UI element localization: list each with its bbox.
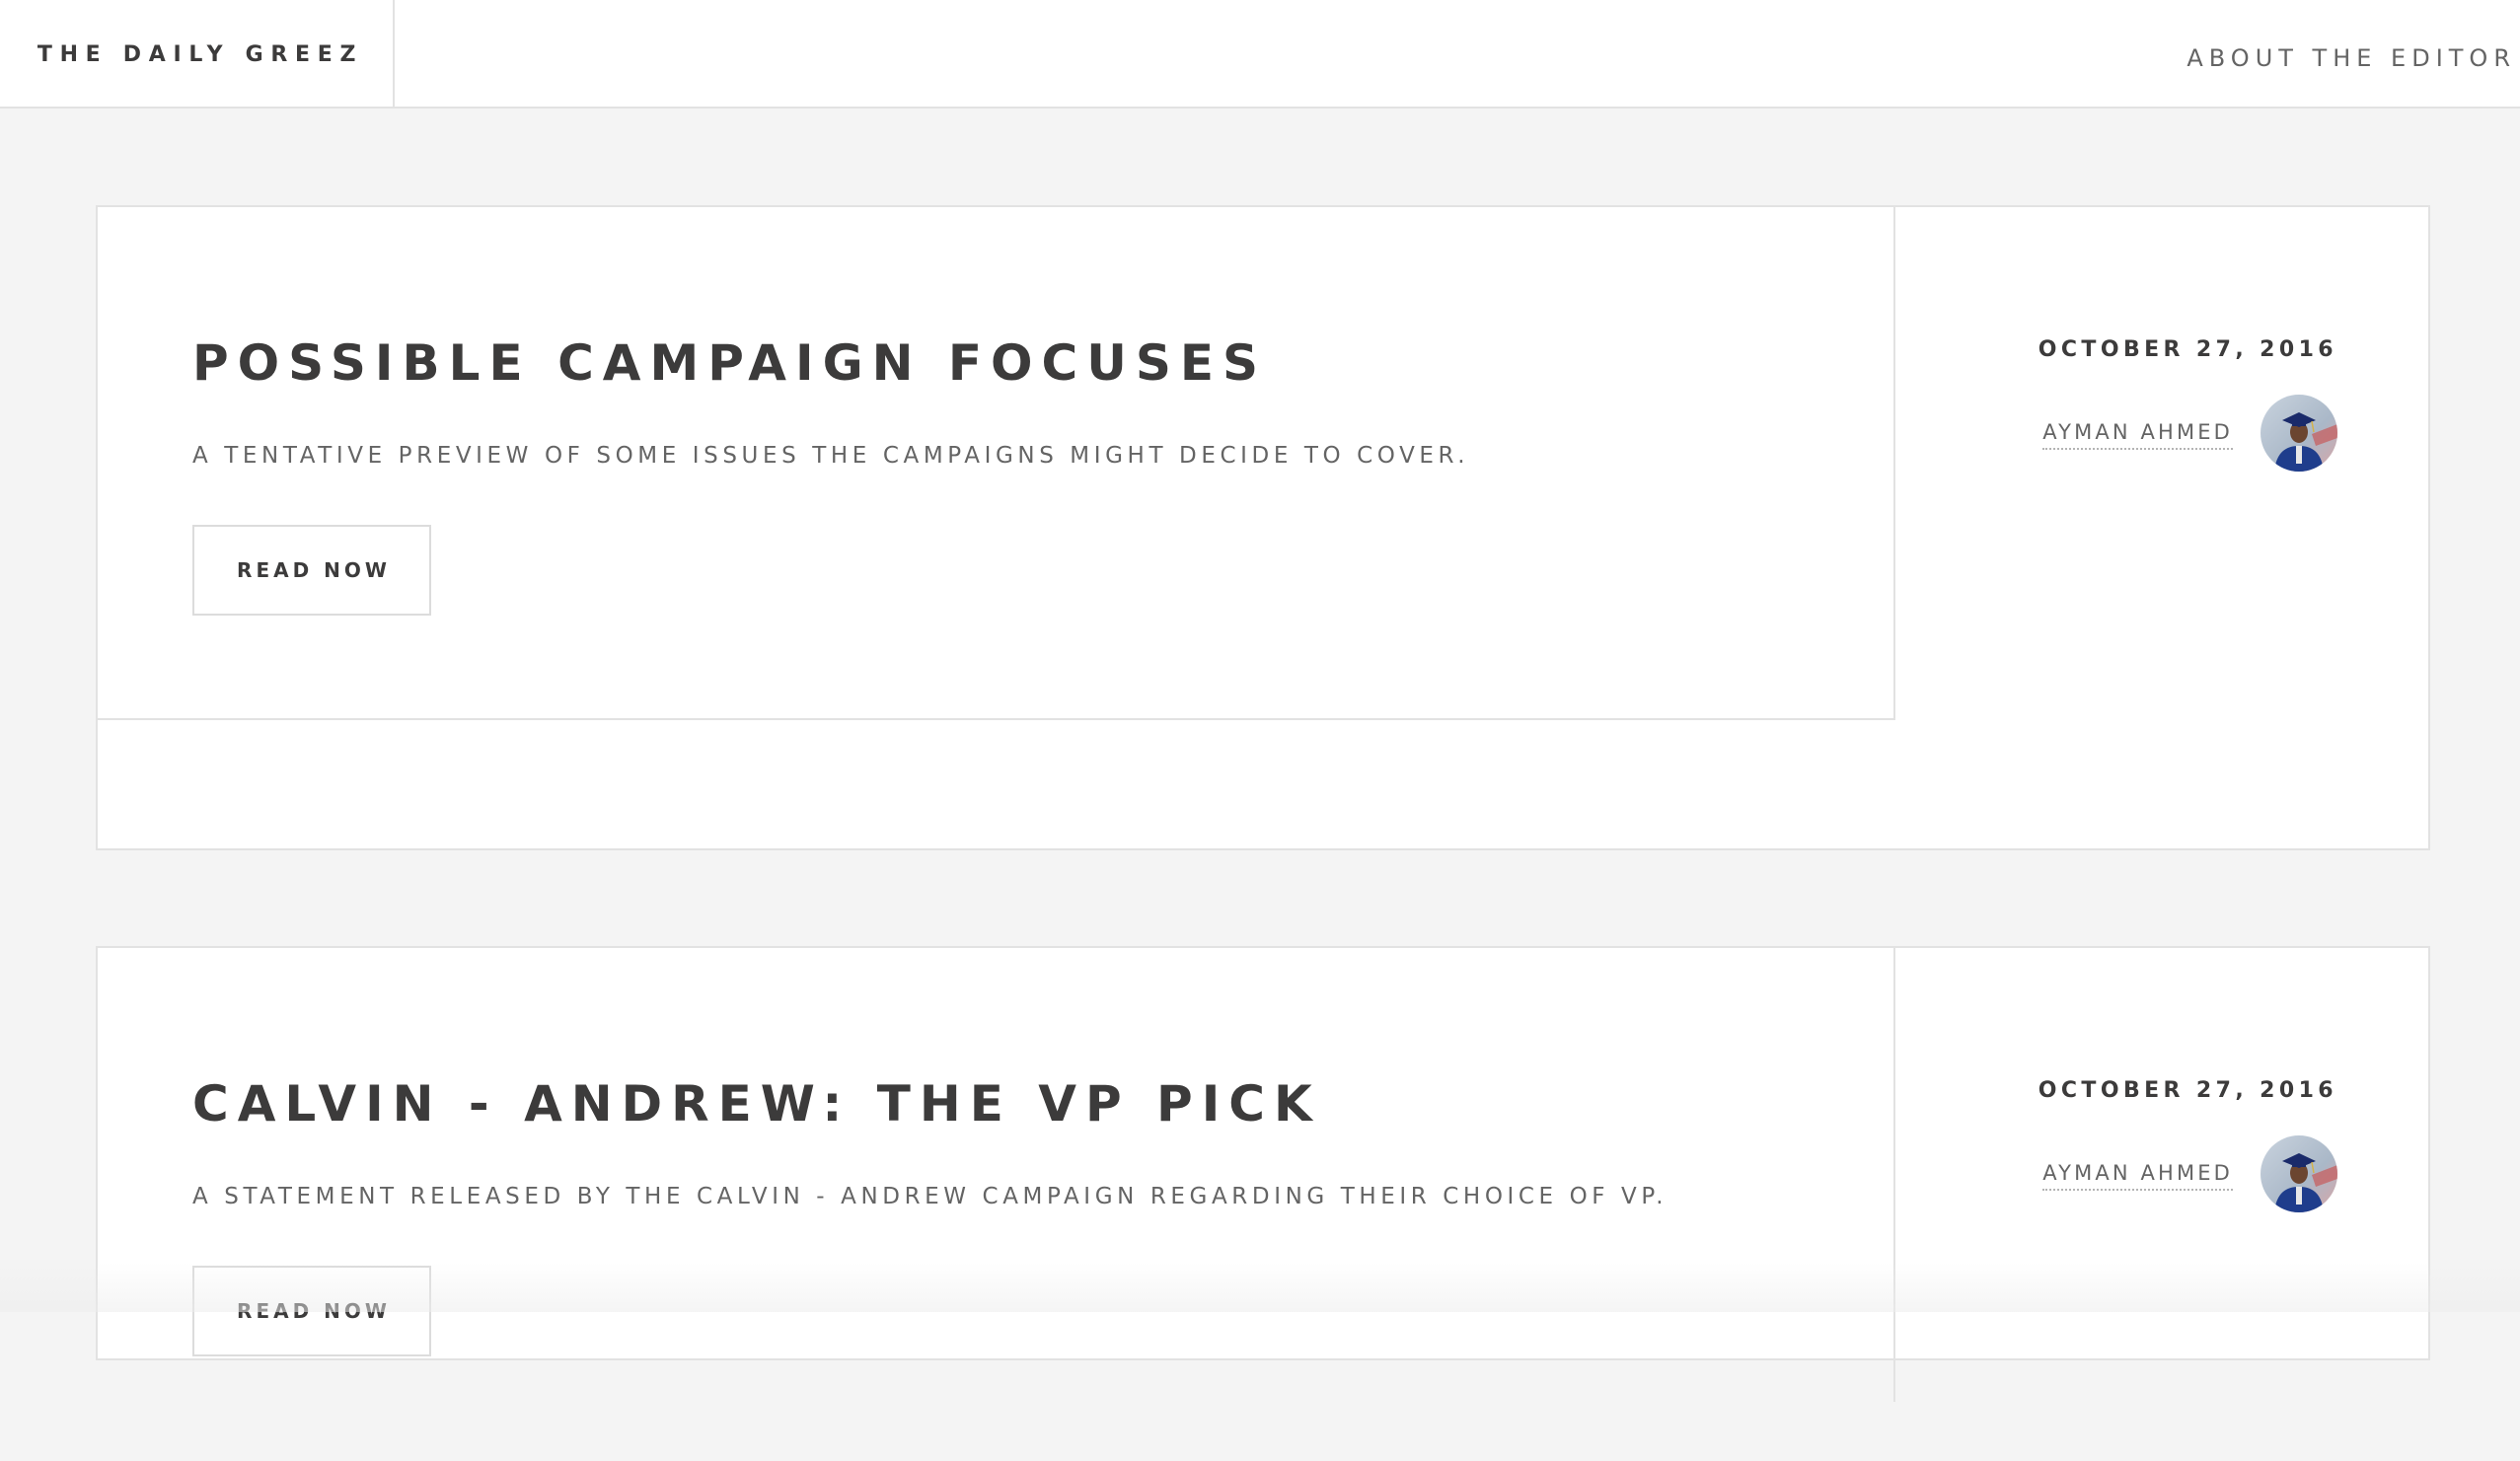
- post-card: POSSIBLE CAMPAIGN FOCUSES A TENTATIVE PR…: [96, 205, 2430, 850]
- author-avatar-icon[interactable]: [2261, 395, 2337, 472]
- post-date: OCTOBER 27, 2016: [2038, 337, 2337, 362]
- about-editor-link[interactable]: ABOUT THE EDITOR: [2186, 0, 2520, 116]
- post-footer: [98, 720, 2428, 848]
- site-header: THE DAILY GREEZ ABOUT THE EDITOR: [0, 0, 2520, 109]
- author-name-link[interactable]: AYMAN AHMED: [2042, 420, 2233, 450]
- post-subtitle: A TENTATIVE PREVIEW OF SOME ISSUES THE C…: [192, 443, 1470, 469]
- post-date: OCTOBER 27, 2016: [2038, 1078, 2337, 1103]
- site-brand-link[interactable]: THE DAILY GREEZ: [0, 0, 395, 109]
- read-now-button[interactable]: READ NOW: [192, 1266, 431, 1356]
- post-title[interactable]: POSSIBLE CAMPAIGN FOCUSES: [192, 333, 1267, 393]
- post-subtitle: A STATEMENT RELEASED BY THE CALVIN - AND…: [192, 1184, 1668, 1209]
- post-main-panel: POSSIBLE CAMPAIGN FOCUSES A TENTATIVE PR…: [98, 207, 1895, 720]
- read-now-button[interactable]: READ NOW: [192, 525, 431, 616]
- post-title[interactable]: CALVIN - ANDREW: THE VP PICK: [192, 1074, 1321, 1133]
- post-meta-panel: OCTOBER 27, 2016 AYMAN AHMED: [1895, 207, 2430, 720]
- post-meta-panel: OCTOBER 27, 2016 AYMAN AHMED: [1895, 948, 2430, 1461]
- post-main-panel: CALVIN - ANDREW: THE VP PICK A STATEMENT…: [98, 948, 1895, 1402]
- author-avatar-icon[interactable]: [2261, 1135, 2337, 1212]
- post-card: CALVIN - ANDREW: THE VP PICK A STATEMENT…: [96, 946, 2430, 1402]
- author-name-link[interactable]: AYMAN AHMED: [2042, 1161, 2233, 1191]
